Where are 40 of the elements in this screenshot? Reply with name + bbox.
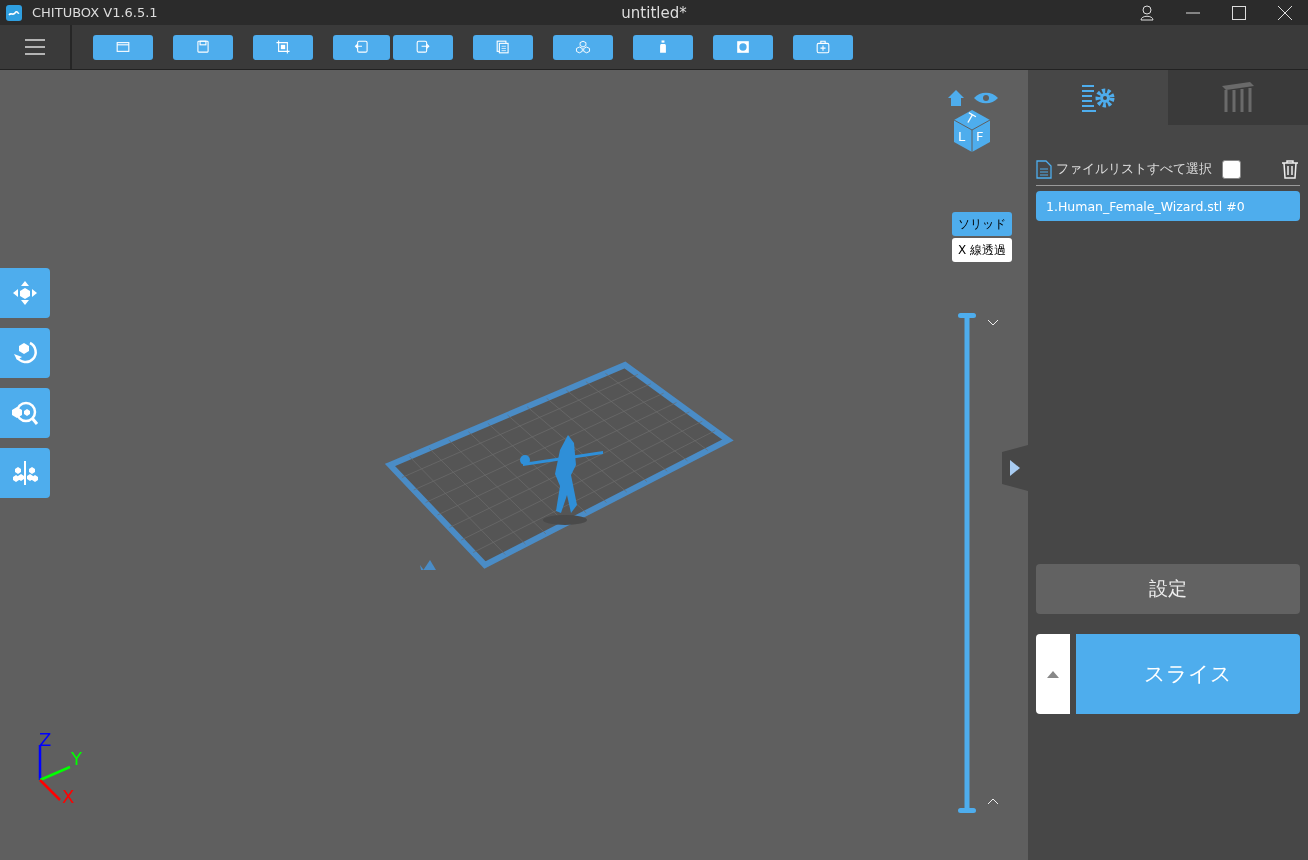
import-button[interactable] xyxy=(333,34,390,60)
view-mode-button[interactable]: ソリッド xyxy=(952,212,1012,236)
import-icon xyxy=(353,39,370,55)
axis-label: Y xyxy=(71,748,82,769)
settings-button[interactable]: 設定 xyxy=(1036,564,1300,614)
axis-label: X xyxy=(62,786,75,805)
documents-icon xyxy=(495,39,511,55)
documents-button[interactable] xyxy=(473,34,533,60)
export-icon xyxy=(415,39,431,55)
layer-slider[interactable] xyxy=(958,313,976,813)
export-button[interactable] xyxy=(393,34,453,60)
toolbox-button[interactable] xyxy=(793,34,853,60)
cube-face-label: L xyxy=(958,130,966,144)
mirror-icon xyxy=(10,458,40,488)
open-file-button[interactable] xyxy=(93,34,153,60)
cube-face-label: F xyxy=(976,130,984,144)
select-all-label: ファイルリストすべて選択 xyxy=(1056,160,1212,178)
crop-button[interactable] xyxy=(253,34,313,60)
chevron-up-icon[interactable] xyxy=(986,797,1000,807)
app-logo xyxy=(6,4,22,21)
triangle-right-icon xyxy=(1010,460,1020,476)
bottle-button[interactable] xyxy=(633,34,693,60)
open-file-icon xyxy=(115,39,131,55)
axis-label: Z xyxy=(39,730,52,750)
cube-face-label: T xyxy=(963,110,977,128)
save-button[interactable] xyxy=(173,34,233,60)
select-all-checkbox[interactable] xyxy=(1222,159,1241,179)
crop-icon xyxy=(275,39,291,55)
delete-icon[interactable] xyxy=(1280,159,1300,179)
panel-toggle-button[interactable] xyxy=(1002,445,1028,491)
view-mode-button[interactable]: X 線透過 xyxy=(952,238,1012,262)
document-icon xyxy=(1036,159,1052,179)
square-dot-button[interactable] xyxy=(713,34,773,60)
window-title: untitled* xyxy=(621,3,687,22)
app-title: CHITUBOX V1.6.5.1 xyxy=(32,5,158,20)
caret-up-icon xyxy=(1047,670,1059,678)
save-icon xyxy=(195,39,211,55)
chevron-down-icon[interactable] xyxy=(986,317,1000,327)
menu-icon[interactable] xyxy=(25,39,45,55)
toolbox-icon xyxy=(815,39,831,55)
